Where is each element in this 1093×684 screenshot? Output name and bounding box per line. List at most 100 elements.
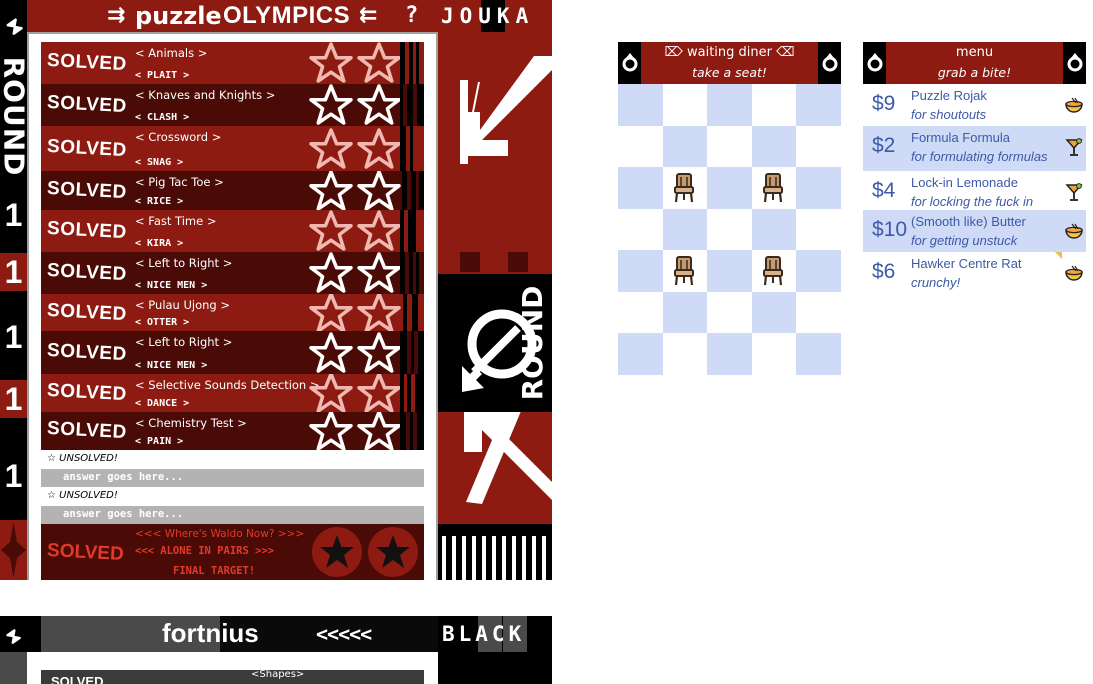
star-icon: [309, 294, 353, 331]
puzzle-row[interactable]: SOLVED < Left to Right > < NICE MEN >: [41, 252, 424, 294]
diner-cell[interactable]: [618, 291, 663, 334]
chair-seat[interactable]: [662, 250, 708, 292]
star-icon: [309, 84, 353, 125]
diner-cell[interactable]: [707, 333, 752, 375]
puzzle-answer: < CLASH >: [135, 112, 190, 123]
puzzle-row[interactable]: SOLVED < Pig Tac Toe > < RICE >: [41, 171, 424, 210]
chair-icon: [763, 256, 784, 286]
star-burst-icon: [0, 520, 27, 580]
puzzle-row[interactable]: SOLVED < Left to Right > < NICE MEN >: [41, 331, 424, 374]
star-icon: [357, 412, 401, 450]
diner-cell[interactable]: [796, 250, 841, 292]
puzzle-row[interactable]: SOLVED < Knaves and Knights > < CLASH >: [41, 84, 424, 126]
answer-input[interactable]: answer goes here...: [41, 506, 424, 524]
diner-cell[interactable]: [618, 167, 663, 209]
diner-cell[interactable]: [751, 291, 797, 334]
fold-corner-icon: [1055, 252, 1062, 259]
round-number: 1: [4, 197, 23, 233]
diner-cell[interactable]: [796, 333, 841, 375]
diner-cell[interactable]: [707, 250, 752, 292]
menu-item-desc: for locking the fuck in: [911, 194, 1034, 209]
diner-cell[interactable]: [751, 208, 797, 251]
diner-cell[interactable]: [751, 125, 797, 168]
team-name: JOUKA: [441, 4, 535, 28]
menu-item[interactable]: $4 Lock-in Lemonade for locking the fuck i…: [863, 171, 1086, 210]
star-icon: [357, 42, 401, 83]
chair-icon: [763, 172, 784, 203]
diner-cell[interactable]: [662, 84, 708, 126]
star-icon: [357, 294, 401, 331]
round-number: 1: [0, 380, 27, 418]
star-medal-icon: [312, 527, 362, 577]
diner-cell[interactable]: [796, 208, 841, 251]
arrows-left-icon: ⇇: [359, 3, 378, 28]
barcode-decor: [400, 42, 424, 84]
diner-cell[interactable]: [618, 208, 663, 251]
star-icon: [357, 252, 401, 293]
menu-item-name: Lock-in Lemonade: [911, 175, 1018, 190]
puzzle-answer: < SNAG >: [135, 157, 184, 168]
diner-cell[interactable]: [796, 125, 841, 168]
puzzle-row[interactable]: SOLVED < Crossword > < SNAG >: [41, 126, 424, 171]
final-puzzle-answer: <<< ALONE IN PAIRS >>>: [135, 545, 275, 557]
diner-cell[interactable]: [796, 84, 841, 126]
diner-cell[interactable]: [707, 125, 752, 168]
diner-cell[interactable]: [618, 84, 663, 126]
puzzle-answer: < NICE MEN >: [135, 360, 208, 371]
final-puzzle-name: <<< Where's Waldo Now? >>>: [135, 528, 305, 540]
waiting-diner-widget: ⌦ waiting diner ⌫ take a seat!: [618, 42, 841, 375]
bowl-icon: [1064, 95, 1084, 115]
diner-cell[interactable]: [662, 125, 708, 168]
round-title: fortnius: [162, 618, 259, 648]
puzzle-name: < Chemistry Test >: [135, 416, 247, 430]
diner-cell[interactable]: [618, 125, 663, 168]
diner-cell[interactable]: [707, 208, 752, 251]
puzzle-row[interactable]: SOLVED < Selective Sounds Detection > < DA…: [41, 374, 424, 412]
puzzle-name: < Crossword >: [135, 130, 222, 144]
round-title-bar: ⇉ puzzle OLYMPICS ⇇ ? JOUKA: [27, 0, 552, 32]
menu-item[interactable]: $2 Formula Formula for formulating formula…: [863, 126, 1086, 171]
star-icon: [309, 331, 353, 373]
title-olympics: OLYMPICS: [223, 2, 351, 29]
diner-cell[interactable]: [751, 84, 797, 126]
diner-cell[interactable]: [662, 333, 708, 375]
menu-item[interactable]: $9 Puzzle Rojak for shoutouts: [863, 84, 1086, 126]
puzzle-answer: < PLAIT >: [135, 70, 190, 81]
diner-cell[interactable]: [796, 291, 841, 334]
chair-seat[interactable]: [662, 167, 708, 209]
menu-item[interactable]: $10 (Smooth like) Butter for getting unstu…: [863, 210, 1086, 252]
puzzle-row[interactable]: SOLVED < Chemistry Test > < PAIN >: [41, 412, 424, 450]
puzzle-row[interactable]: SOLVED <Shapes>: [41, 669, 424, 684]
diner-cell[interactable]: [707, 291, 752, 334]
diner-cell[interactable]: [618, 333, 663, 375]
menu-item-desc: for getting unstuck: [911, 233, 1018, 248]
diner-title: ⌦ waiting diner ⌫: [664, 45, 795, 60]
barcode-decor: [400, 412, 424, 450]
seating-grid[interactable]: [618, 84, 841, 375]
diner-cell[interactable]: [662, 208, 708, 251]
final-target-label: FINAL TARGET!: [173, 565, 256, 577]
round-number: 1: [4, 319, 23, 355]
puzzle-row[interactable]: SOLVED < Pulau Ujong > < OTTER >: [41, 294, 424, 331]
menu-item-name: Hawker Centre Rat: [911, 256, 1022, 271]
puzzle-row[interactable]: SOLVED < Animals > < PLAIT >: [41, 42, 424, 84]
chair-seat[interactable]: [751, 250, 797, 292]
menu-item-price: $10: [872, 218, 908, 241]
final-puzzle-row[interactable]: SOLVED <<< Where's Waldo Now? >>> <<< AL…: [41, 524, 424, 580]
menu-item[interactable]: $6 Hawker Centre Rat crunchy!: [863, 252, 1086, 296]
help-button[interactable]: ?: [405, 0, 418, 32]
diner-cell[interactable]: [796, 167, 841, 209]
puzzle-name: <Shapes>: [251, 669, 305, 680]
chair-seat[interactable]: [751, 167, 797, 209]
diner-cell[interactable]: [751, 333, 797, 375]
barcode-decor: [400, 171, 424, 210]
diner-cell[interactable]: [618, 250, 663, 292]
diner-cell[interactable]: [707, 167, 752, 209]
star-medal-icon: [368, 527, 418, 577]
answer-input[interactable]: answer goes here...: [41, 469, 424, 487]
barcode-decor: [400, 84, 424, 126]
diner-cell[interactable]: [662, 291, 708, 334]
arrows-right-icon: ⇉: [107, 3, 126, 28]
puzzle-row[interactable]: SOLVED < Fast Time > < KIRA >: [41, 210, 424, 252]
diner-cell[interactable]: [707, 84, 752, 126]
